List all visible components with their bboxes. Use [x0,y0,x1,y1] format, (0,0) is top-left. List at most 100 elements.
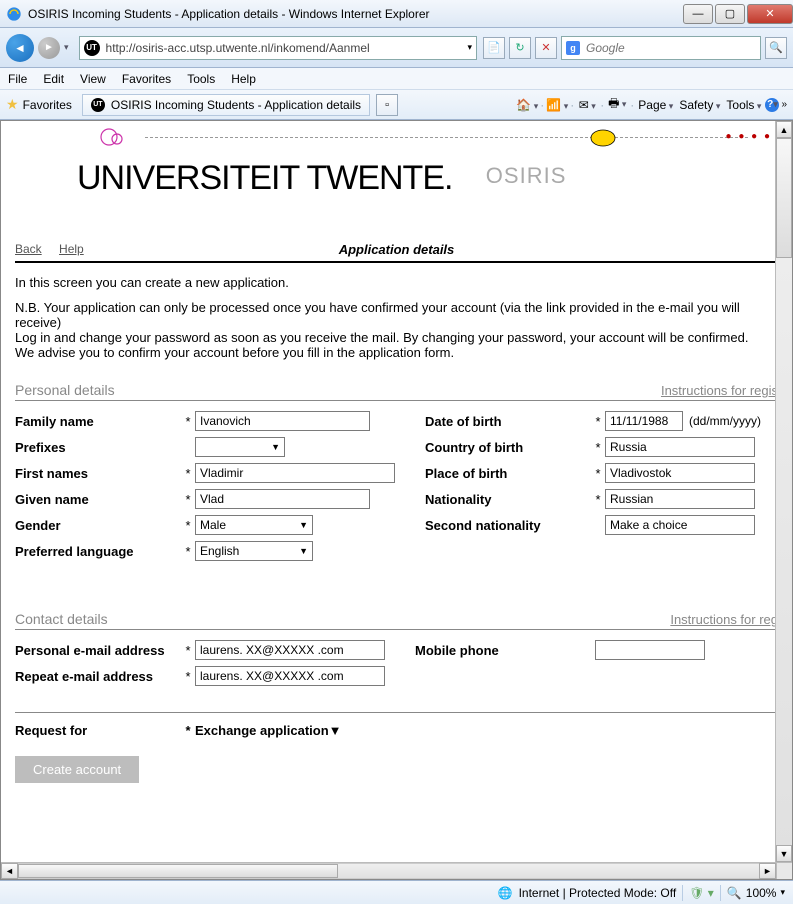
close-button[interactable]: ✕ [747,4,793,24]
instructions-link-2[interactable]: Instructions for reg [670,612,778,627]
star-icon: ★ [6,96,19,113]
page-menu[interactable]: Page [636,98,675,112]
input-first[interactable] [195,463,395,483]
menu-tools[interactable]: Tools [187,72,215,86]
favorites-label: Favorites [23,98,72,112]
home-button[interactable]: 🏠 [516,98,538,112]
maximize-button[interactable]: ▢ [715,4,745,24]
browser-tab[interactable]: UT OSIRIS Incoming Students - Applicatio… [82,94,370,116]
overflow-icon[interactable]: » [781,99,787,110]
label-request: Request for [15,723,181,738]
scroll-right-button[interactable]: ► [759,863,776,879]
hscroll-track[interactable] [18,863,759,879]
select-lang[interactable]: English▼ [195,541,313,561]
instructions-link-1[interactable]: Instructions for regis [661,383,778,398]
forward-button[interactable]: ► [38,37,60,59]
scroll-corner [776,862,792,879]
input-email[interactable] [195,640,385,660]
input-nat[interactable] [605,489,755,509]
decorative-dots-icon: ● ● ● ● [726,131,773,142]
input-nat2[interactable] [605,515,755,535]
label-given: Given name [15,492,181,507]
history-dropdown-icon[interactable]: ▾ [64,42,69,53]
label-email: Personal e-mail address [15,643,181,658]
label-nat: Nationality [425,492,591,507]
minimize-button[interactable]: — [683,4,713,24]
input-family[interactable] [195,411,370,431]
zoom-icon: 🔍 [727,886,742,900]
feeds-button[interactable]: 📶 [546,98,568,112]
print-button[interactable]: 🖶 [606,94,628,115]
label-email2: Repeat e-mail address [15,669,181,684]
search-bar[interactable]: g [561,36,761,60]
chevron-down-icon: ▼ [299,520,308,530]
input-dob[interactable] [605,411,683,431]
url-dropdown-icon[interactable]: ▾ [467,42,472,53]
section-personal: Personal details [15,382,115,398]
scroll-up-button[interactable]: ▲ [776,121,792,138]
decorative-swirl-icon [97,125,133,149]
label-first: First names [15,466,181,481]
vertical-scrollbar[interactable]: ▲ ▼ [775,121,792,862]
input-email2[interactable] [195,666,385,686]
chevron-down-icon: ▼ [299,546,308,556]
back-button[interactable]: ◄ [6,34,34,62]
label-gender: Gender [15,518,181,533]
help-link[interactable]: Help [59,242,84,256]
scroll-thumb[interactable] [776,138,792,258]
label-pob: Place of birth [425,466,591,481]
search-button[interactable]: 🔍 [765,37,787,59]
back-link[interactable]: Back [15,242,42,256]
menu-bar: File Edit View Favorites Tools Help [0,68,793,90]
personal-col-right: Date of birth * (dd/mm/yyyy) Country of … [425,411,778,567]
input-pob[interactable] [605,463,755,483]
select-prefixes[interactable]: ▼ [195,437,285,457]
stop-button[interactable]: ✕ [535,37,557,59]
menu-file[interactable]: File [8,72,27,86]
menu-edit[interactable]: Edit [43,72,64,86]
protected-mode-icon[interactable]: 🛡 ▾ [689,886,714,900]
menu-help[interactable]: Help [231,72,256,86]
compat-view-button[interactable]: 📄 [483,37,505,59]
url-input[interactable] [104,40,468,56]
intro-text: In this screen you can create a new appl… [15,275,778,290]
zoom-dropdown-icon[interactable]: ▾ [780,887,785,898]
input-mobile[interactable] [595,640,705,660]
label-family: Family name [15,414,181,429]
tab-favicon-icon: UT [91,98,105,112]
new-tab-button[interactable]: ▫ [376,94,398,116]
address-bar[interactable]: UT ▾ [79,36,477,60]
menu-favorites[interactable]: Favorites [122,72,171,86]
personal-col-left: Family name * Prefixes ▼ First names * [15,411,395,567]
create-account-button[interactable]: Create account [15,756,139,783]
search-input[interactable] [584,40,756,56]
section-contact: Contact details [15,611,108,627]
zone-icon: 🌐 [498,886,513,900]
header-ribbon: ● ● ● ● [15,129,778,153]
input-cob[interactable] [605,437,755,457]
brand-title: UNIVERSITEIT TWENTE. [77,159,452,198]
scroll-track[interactable] [776,138,792,845]
horizontal-scrollbar[interactable]: ◄ ► [1,862,776,879]
favorites-button[interactable]: ★ Favorites [6,96,72,113]
decorative-blob-icon [588,127,618,149]
scroll-left-button[interactable]: ◄ [1,863,18,879]
refresh-button[interactable]: ↻ [509,37,531,59]
navigation-bar: ◄ ► ▾ UT ▾ 📄 ↻ ✕ g 🔍 [0,28,793,68]
zoom-level: 100% [746,886,777,900]
input-given[interactable] [195,489,370,509]
menu-view[interactable]: View [80,72,106,86]
safety-menu[interactable]: Safety [677,98,722,112]
chevron-down-icon: ▼ [271,442,280,452]
help-button[interactable]: ? [765,98,779,112]
page-content: ● ● ● ● UNIVERSITEIT TWENTE. OSIRIS Back… [1,121,792,879]
tools-menu[interactable]: Tools [724,98,763,112]
hscroll-thumb[interactable] [18,864,338,878]
section-divider [15,712,778,713]
label-nat2: Second nationality [425,518,591,533]
zoom-control[interactable]: 🔍 100% ▾ [727,886,785,900]
readmail-button[interactable]: ✉ [576,98,598,112]
label-prefixes: Prefixes [15,440,181,455]
select-gender[interactable]: Male▼ [195,515,313,535]
select-request[interactable]: Exchange application▼ [195,723,365,738]
